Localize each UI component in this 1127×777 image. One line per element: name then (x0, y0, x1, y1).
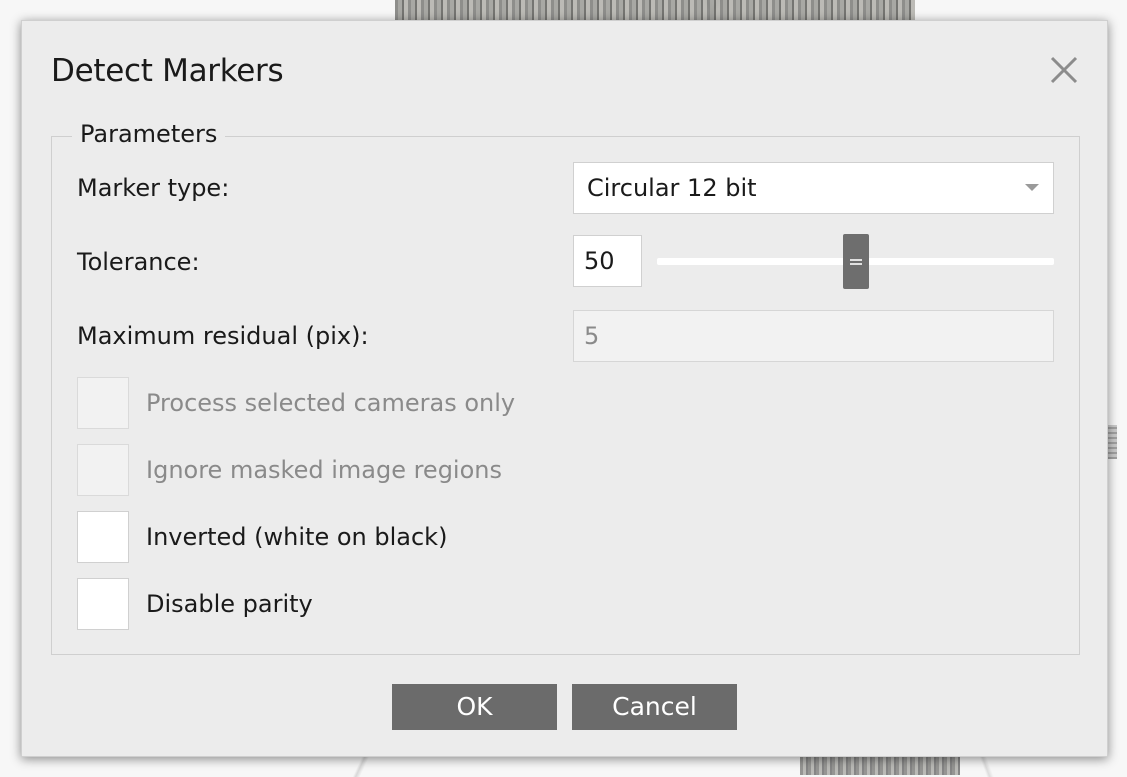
disable-parity-label: Disable parity (146, 590, 313, 618)
parameters-groupbox: Parameters Marker type: Circular 12 bit … (51, 120, 1080, 655)
chevron-down-icon (1025, 184, 1039, 191)
tolerance-slider-handle[interactable] (843, 234, 869, 289)
tolerance-input[interactable]: 50 (573, 235, 642, 287)
cancel-button[interactable]: Cancel (572, 684, 737, 730)
marker-type-select[interactable]: Circular 12 bit (573, 162, 1054, 214)
background-point-cloud (800, 755, 960, 775)
process-selected-cameras-checkbox[interactable] (77, 377, 129, 429)
max-residual-label: Maximum residual (pix): (77, 322, 369, 350)
inverted-label: Inverted (white on black) (146, 523, 448, 551)
max-residual-input[interactable]: 5 (573, 310, 1054, 362)
background-point-cloud (395, 0, 915, 22)
disable-parity-checkbox[interactable] (77, 578, 129, 630)
tolerance-label: Tolerance: (77, 248, 200, 276)
process-selected-cameras-label: Process selected cameras only (146, 389, 516, 417)
parameters-legend: Parameters (72, 120, 226, 148)
detect-markers-dialog: Detect Markers Parameters Marker type: C… (21, 20, 1108, 757)
close-button[interactable] (1049, 55, 1079, 85)
marker-type-value: Circular 12 bit (587, 174, 757, 202)
close-icon (1050, 56, 1078, 84)
inverted-checkbox[interactable] (77, 511, 129, 563)
ignore-masked-regions-checkbox[interactable] (77, 444, 129, 496)
ok-button[interactable]: OK (392, 684, 557, 730)
dialog-title: Detect Markers (51, 53, 284, 89)
ignore-masked-regions-label: Ignore masked image regions (146, 456, 502, 484)
marker-type-label: Marker type: (77, 174, 230, 202)
